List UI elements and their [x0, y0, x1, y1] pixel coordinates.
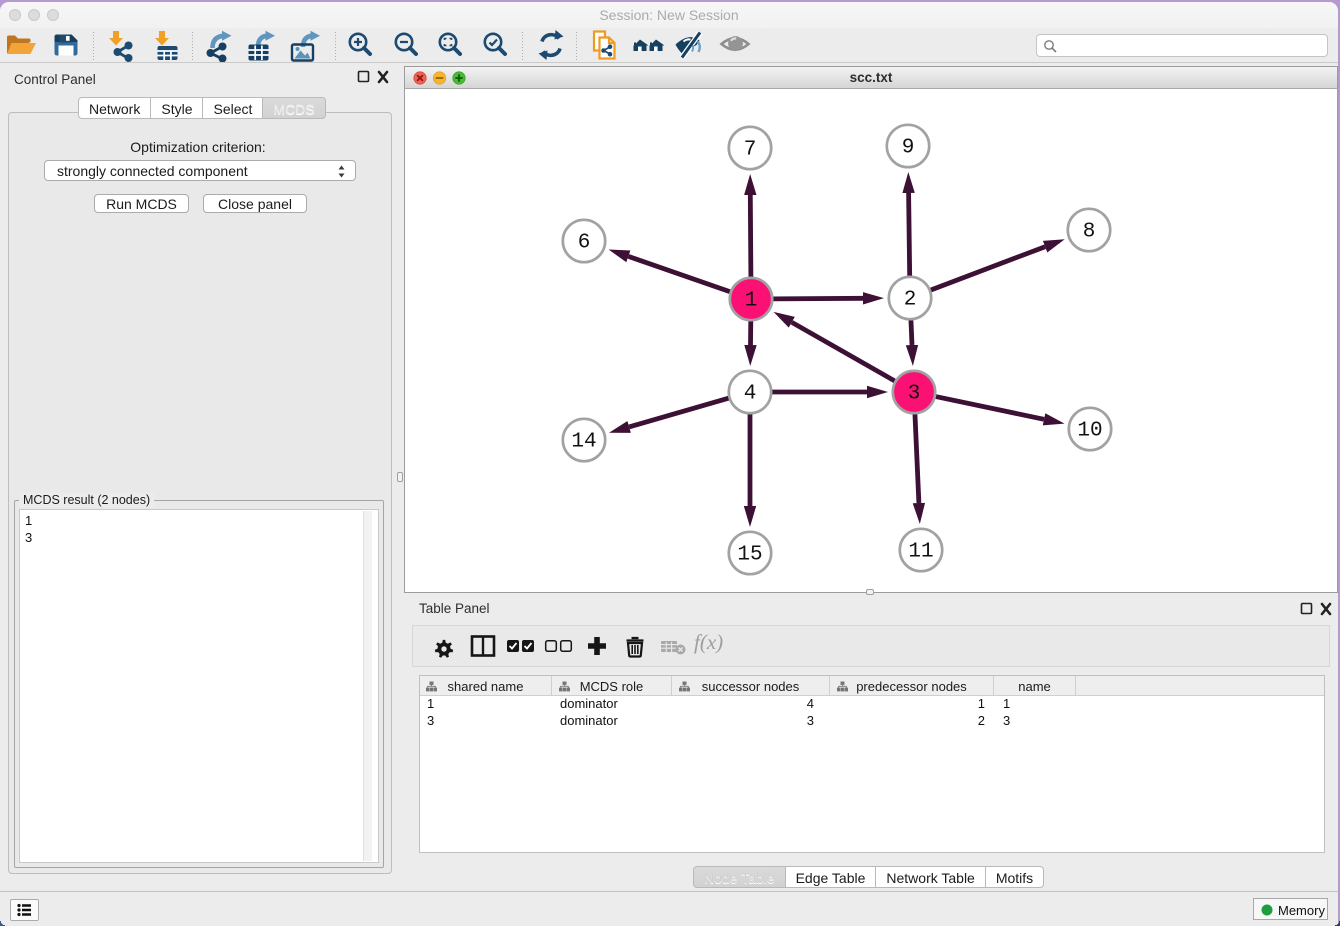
- svg-text:4: 4: [744, 382, 757, 405]
- svg-text:7: 7: [744, 138, 757, 161]
- svg-text:8: 8: [1083, 220, 1096, 243]
- svg-text:1: 1: [745, 289, 758, 312]
- svg-text:2: 2: [904, 288, 917, 311]
- svg-text:14: 14: [571, 430, 596, 453]
- svg-text:10: 10: [1077, 419, 1102, 442]
- svg-text:6: 6: [578, 231, 591, 254]
- svg-text:9: 9: [902, 136, 915, 159]
- svg-text:11: 11: [908, 540, 933, 563]
- svg-text:3: 3: [908, 382, 921, 405]
- svg-text:15: 15: [737, 543, 762, 566]
